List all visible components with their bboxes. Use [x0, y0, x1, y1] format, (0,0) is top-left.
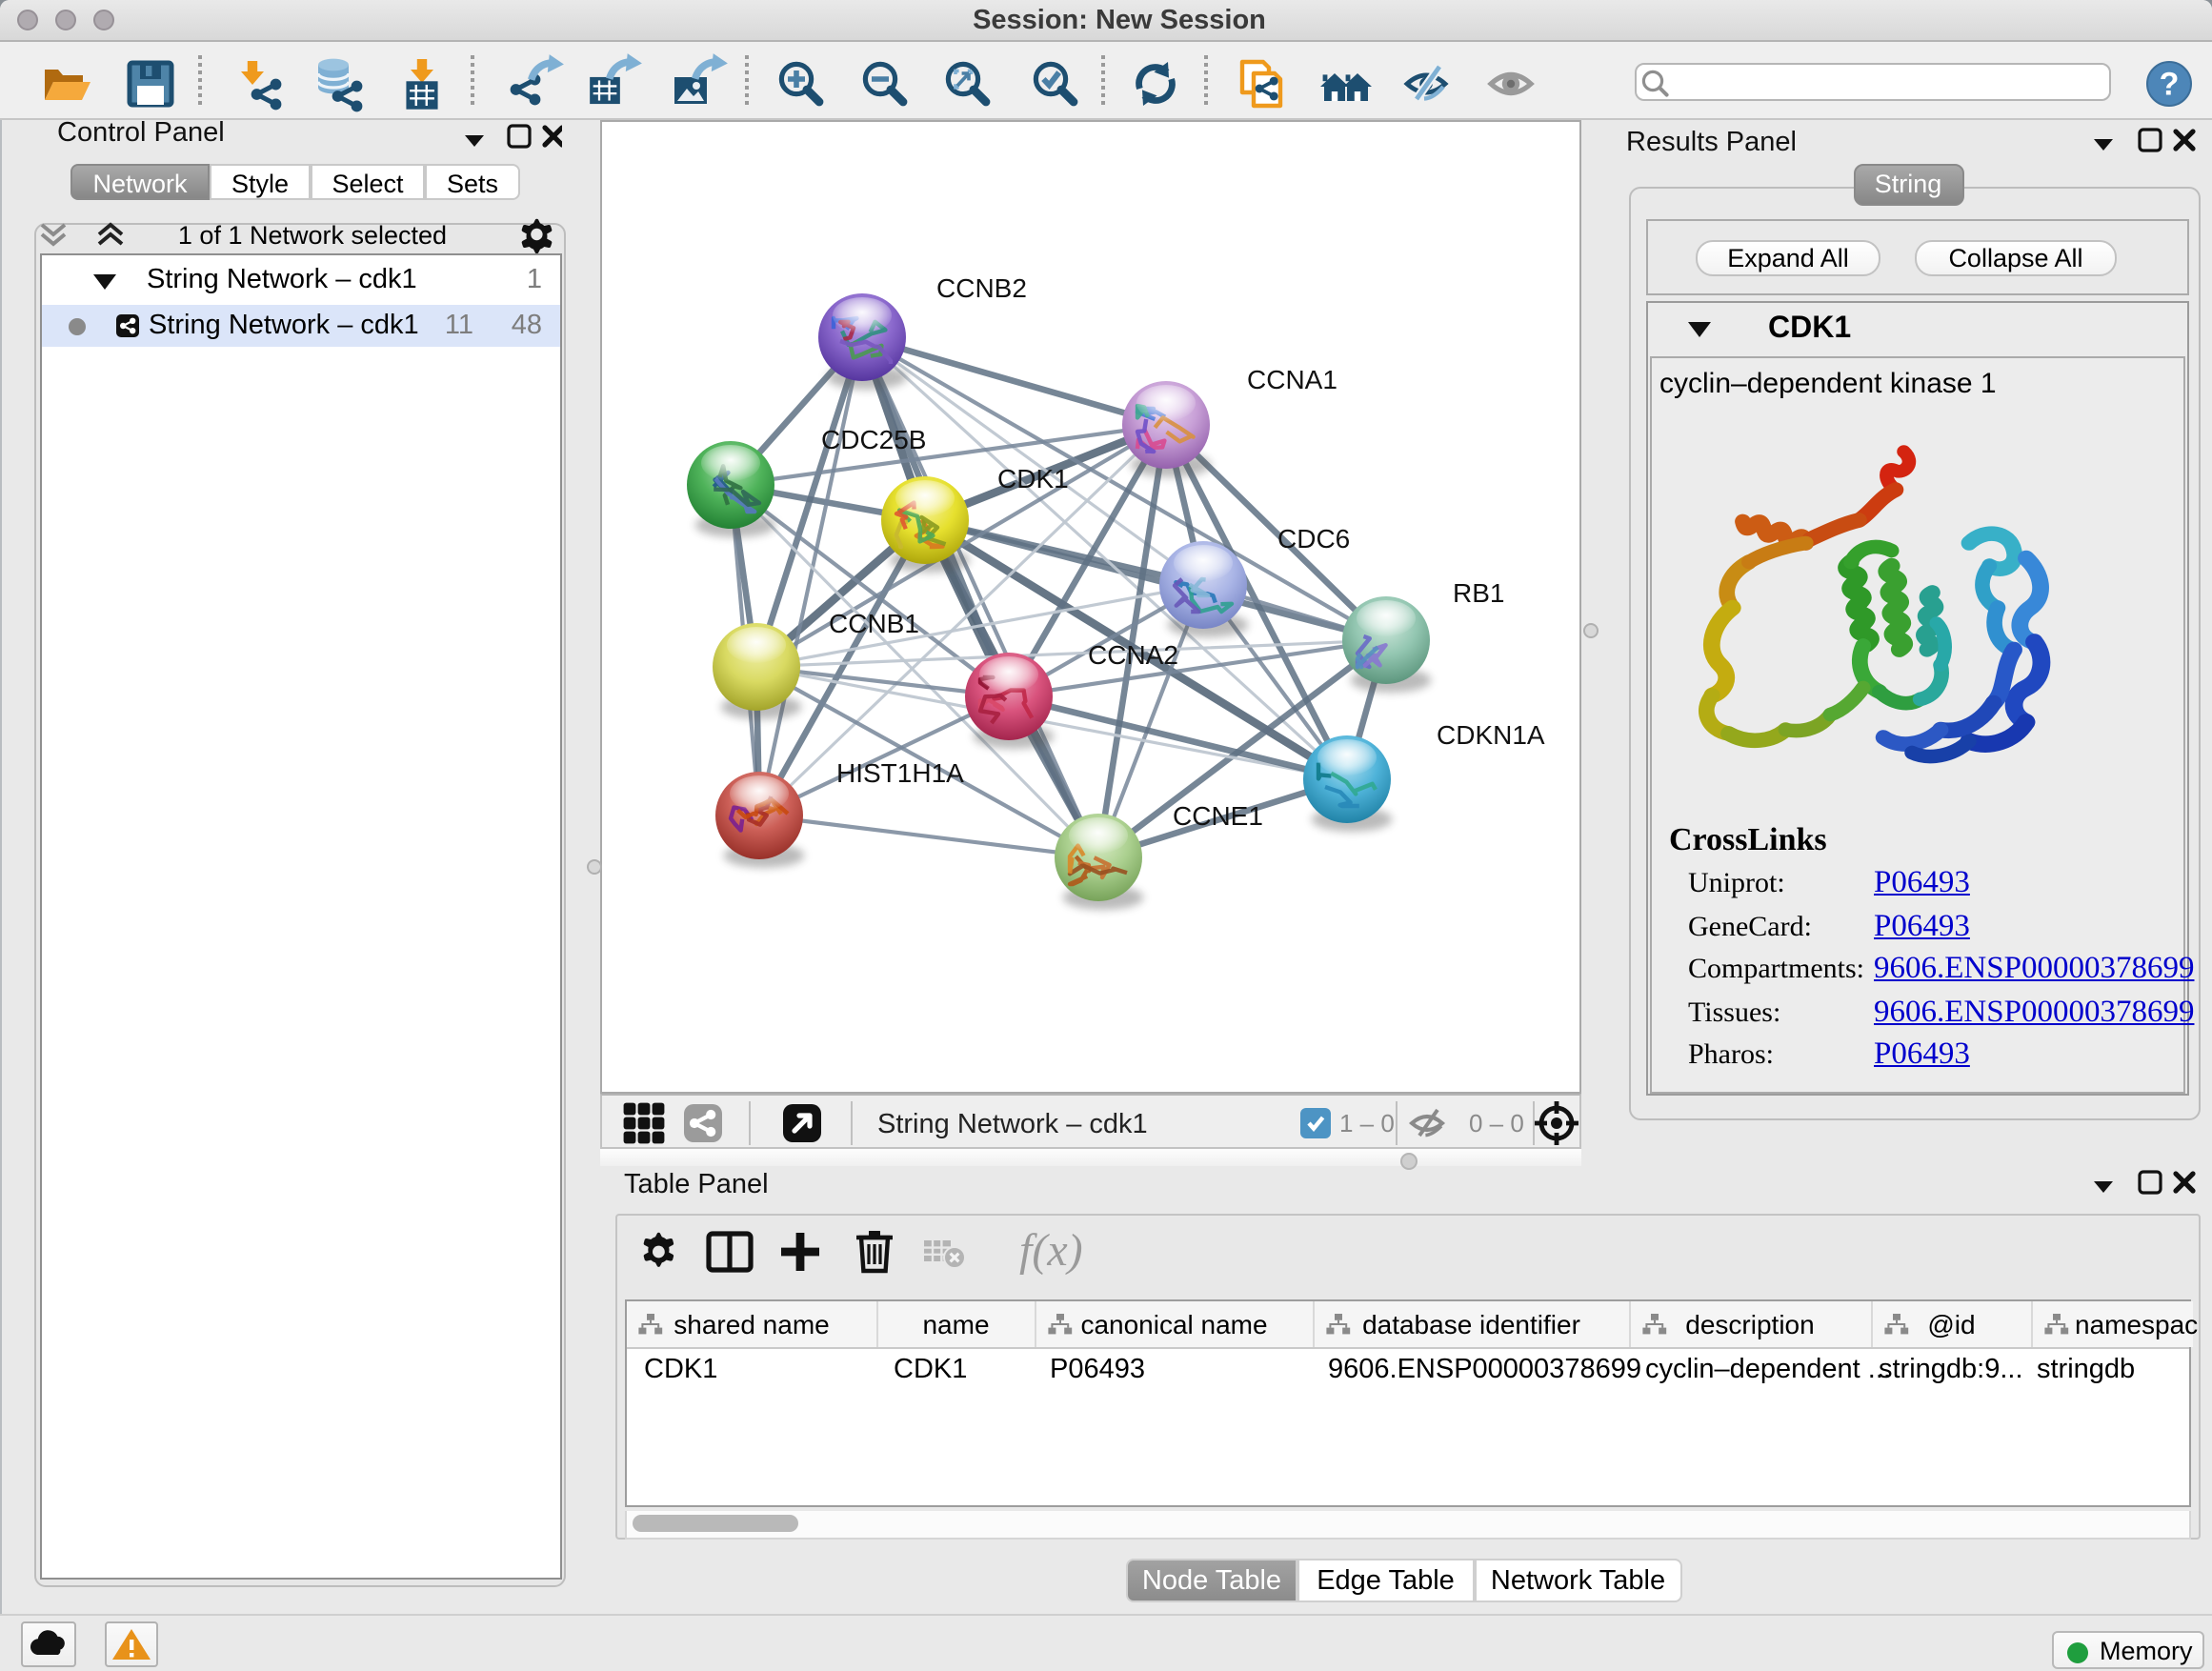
svg-text:RB1: RB1 — [1452, 577, 1503, 607]
svg-text:CCNB1: CCNB1 — [828, 608, 918, 637]
svg-text:CDKN1A: CDKN1A — [1436, 719, 1544, 749]
svg-text:HIST1H1A: HIST1H1A — [835, 757, 963, 787]
svg-text:String Network – cdk1: String Network – cdk1 — [876, 1108, 1147, 1138]
svg-text:CDK1: CDK1 — [996, 463, 1068, 493]
svg-text:CCNE1: CCNE1 — [1172, 800, 1262, 830]
svg-text:f(x): f(x) — [1019, 1225, 1083, 1276]
svg-text:1 – 0: 1 – 0 — [1338, 1108, 1394, 1137]
svg-text:CCNA1: CCNA1 — [1246, 364, 1337, 393]
svg-text:CDC6: CDC6 — [1277, 523, 1349, 553]
svg-text:CCNA2: CCNA2 — [1087, 639, 1177, 669]
svg-text:?: ? — [2160, 67, 2180, 103]
svg-text:CCNB2: CCNB2 — [935, 272, 1026, 302]
svg-text:0 – 0: 0 – 0 — [1468, 1108, 1523, 1137]
svg-text:CDC25B: CDC25B — [820, 424, 925, 453]
